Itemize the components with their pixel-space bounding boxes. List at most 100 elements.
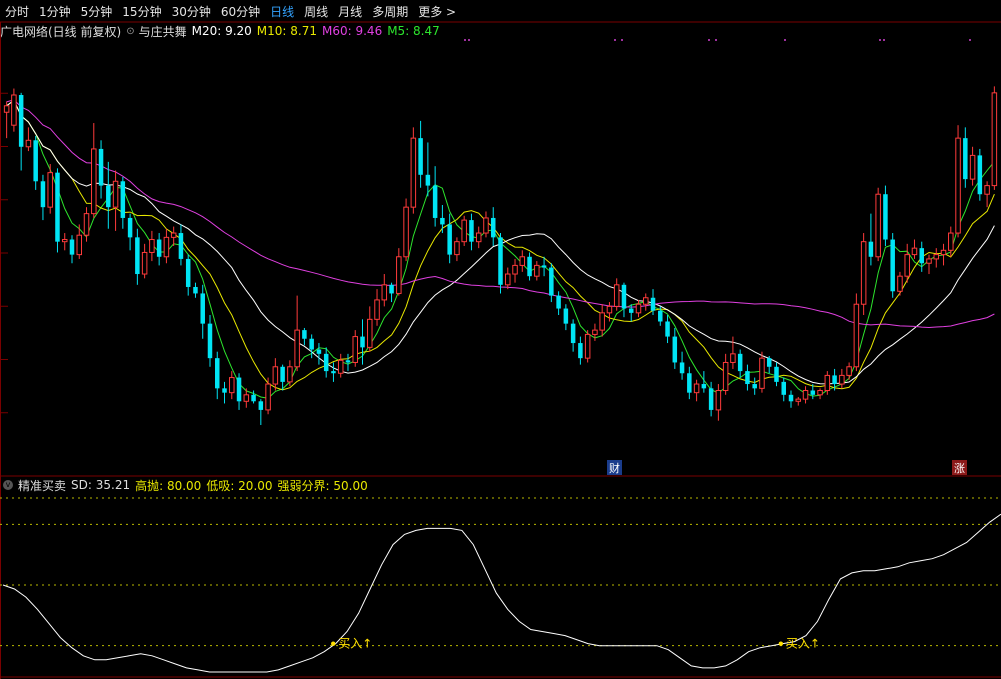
candle-body xyxy=(127,217,133,238)
candle-body xyxy=(403,206,409,258)
candle-body xyxy=(860,241,867,305)
marker-dot xyxy=(464,39,466,41)
candle-body xyxy=(215,358,220,389)
candle-body xyxy=(752,384,757,389)
candle-body xyxy=(883,194,888,240)
candle-body xyxy=(69,239,75,255)
candle-body xyxy=(120,181,126,218)
candle-body xyxy=(926,258,932,264)
candle-body xyxy=(469,220,474,242)
candle-body xyxy=(47,172,53,208)
candle-body xyxy=(11,94,17,126)
candle-body xyxy=(628,308,634,313)
marker-dot xyxy=(879,39,881,41)
candle-body xyxy=(599,312,605,331)
candle-body xyxy=(83,213,90,236)
candle-body xyxy=(396,256,402,294)
candle-body xyxy=(40,181,46,208)
candle-body xyxy=(693,383,700,394)
candle-body xyxy=(774,366,779,382)
candle-body xyxy=(788,394,794,402)
candle-body xyxy=(200,293,205,324)
candle-body xyxy=(505,273,511,286)
candle-body xyxy=(687,373,692,393)
marker-dot xyxy=(614,39,616,41)
candle-body xyxy=(163,236,170,258)
candle-body xyxy=(272,366,279,385)
candle-body xyxy=(112,180,119,208)
candle-body xyxy=(846,366,852,376)
candle-body xyxy=(701,384,707,389)
buy-signal-label: 买入↑ xyxy=(786,637,820,651)
buy-signal-dot xyxy=(331,641,336,646)
candle-body xyxy=(679,362,685,374)
candle-body xyxy=(410,137,417,208)
chart-canvas[interactable]: 财 涨买入↑ 买入↑ xyxy=(0,0,1001,679)
candle-body xyxy=(61,239,68,243)
candle-body xyxy=(512,264,518,275)
candle-body xyxy=(135,237,140,275)
candle-body xyxy=(940,249,947,256)
candle-body xyxy=(222,388,227,393)
candle-body xyxy=(658,310,663,322)
candle-body xyxy=(795,398,802,402)
candle-body xyxy=(541,265,547,268)
candle-body xyxy=(207,323,213,359)
candle-body xyxy=(243,394,250,402)
candle-body xyxy=(265,383,271,411)
candle-body xyxy=(251,394,256,402)
candle-body xyxy=(454,241,460,256)
candle-body xyxy=(331,371,336,374)
candle-body xyxy=(549,267,554,296)
candle-body xyxy=(802,390,809,400)
candle-body xyxy=(672,336,678,363)
candle-body xyxy=(91,148,97,215)
candle-body xyxy=(258,401,264,410)
candle-body xyxy=(374,299,380,320)
candle-body xyxy=(483,217,489,234)
candle-body xyxy=(360,336,365,348)
candle-body xyxy=(156,239,162,257)
candle-body xyxy=(498,237,503,285)
candle-body xyxy=(919,248,924,264)
candle-body xyxy=(178,233,184,259)
candle-body xyxy=(759,357,765,389)
candle-body xyxy=(556,295,561,309)
candle-body xyxy=(236,377,242,402)
candle-body xyxy=(933,254,940,260)
candle-body xyxy=(432,185,438,218)
candle-body xyxy=(715,390,722,411)
candle-body xyxy=(294,329,300,368)
candle-body xyxy=(621,284,627,309)
candle-body xyxy=(418,138,423,175)
marker-dot xyxy=(715,39,717,41)
candle-body xyxy=(25,139,32,148)
oscillator-line xyxy=(2,513,1001,673)
candle-body xyxy=(352,336,358,363)
candle-body xyxy=(490,217,496,238)
candle-body xyxy=(381,284,388,301)
candle-body xyxy=(578,343,583,359)
candle-body xyxy=(781,381,786,395)
candle-body xyxy=(766,358,772,367)
buy-signal-dot xyxy=(778,641,784,646)
candle-body xyxy=(367,318,373,348)
candle-body xyxy=(722,361,729,392)
candle-body xyxy=(955,137,961,234)
candle-body xyxy=(730,353,736,363)
candle-body xyxy=(345,360,351,363)
candle-body xyxy=(323,353,329,372)
candle-body xyxy=(817,390,823,396)
candle-body xyxy=(149,239,155,253)
candle-body xyxy=(316,349,322,354)
candle-body xyxy=(55,172,60,242)
marker-dot xyxy=(883,39,885,41)
candle-body xyxy=(534,264,540,277)
candle-body xyxy=(280,366,285,382)
candle-body xyxy=(991,92,998,187)
candle-body xyxy=(897,275,903,292)
candle-body xyxy=(302,330,307,339)
candle-body xyxy=(229,377,235,394)
candle-body xyxy=(287,366,293,383)
badge-cai: 财 xyxy=(609,461,620,475)
